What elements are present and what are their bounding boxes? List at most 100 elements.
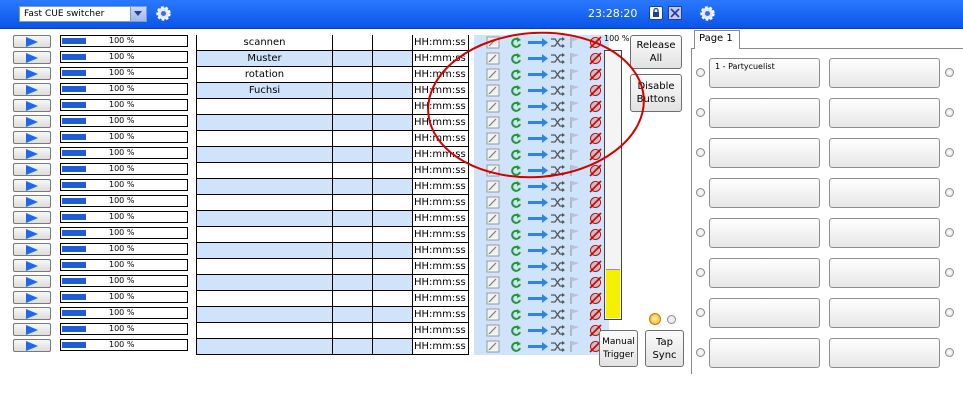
- shuffle-icon[interactable]: [550, 228, 566, 244]
- forward-arrow-icon[interactable]: [527, 36, 549, 52]
- disable-icon[interactable]: [589, 132, 602, 148]
- cue-name-cell[interactable]: [196, 131, 333, 147]
- cue-time-cell[interactable]: HH:mm:ss: [413, 131, 469, 147]
- edit-icon[interactable]: [486, 52, 500, 68]
- disable-icon[interactable]: [589, 52, 602, 68]
- flag-icon[interactable]: [569, 340, 581, 356]
- flag-icon[interactable]: [569, 292, 581, 308]
- cue-time-cell[interactable]: HH:mm:ss: [413, 243, 469, 259]
- settings-gear-icon[interactable]: [155, 5, 172, 22]
- cue-info-cell-2[interactable]: [373, 99, 413, 115]
- cue-time-cell[interactable]: HH:mm:ss: [413, 67, 469, 83]
- edit-icon[interactable]: [486, 100, 500, 116]
- cue-time-cell[interactable]: HH:mm:ss: [413, 179, 469, 195]
- cuelist-select-radio[interactable]: [696, 68, 705, 77]
- shuffle-icon[interactable]: [550, 52, 566, 68]
- shuffle-icon[interactable]: [550, 68, 566, 84]
- cue-info-cell-2[interactable]: [373, 275, 413, 291]
- cuelist-select-radio[interactable]: [696, 188, 705, 197]
- cue-time-cell[interactable]: HH:mm:ss: [413, 51, 469, 67]
- flag-icon[interactable]: [569, 68, 581, 84]
- cue-info-cell-2[interactable]: [373, 67, 413, 83]
- cuelist-select-radio[interactable]: [945, 348, 954, 357]
- play-button[interactable]: [13, 83, 51, 96]
- edit-icon[interactable]: [486, 148, 500, 164]
- cue-info-cell-2[interactable]: [373, 35, 413, 51]
- cue-time-cell[interactable]: HH:mm:ss: [413, 83, 469, 99]
- refresh-icon[interactable]: [510, 100, 522, 116]
- cue-info-cell-2[interactable]: [373, 307, 413, 323]
- cue-info-cell-2[interactable]: [373, 259, 413, 275]
- play-button[interactable]: [13, 275, 51, 288]
- cuelist-button[interactable]: [829, 138, 940, 168]
- disable-icon[interactable]: [589, 308, 602, 324]
- cue-volume-bar[interactable]: 100 %: [60, 275, 188, 287]
- shuffle-icon[interactable]: [550, 324, 566, 340]
- play-button[interactable]: [13, 259, 51, 272]
- flag-icon[interactable]: [569, 148, 581, 164]
- flag-icon[interactable]: [569, 52, 581, 68]
- cue-time-cell[interactable]: HH:mm:ss: [413, 195, 469, 211]
- refresh-icon[interactable]: [510, 260, 522, 276]
- tap-sync-button[interactable]: Tap Sync: [645, 330, 684, 367]
- release-all-button[interactable]: Release All: [630, 35, 682, 69]
- cue-info-cell-2[interactable]: [373, 339, 413, 355]
- cuelist-select-radio[interactable]: [696, 108, 705, 117]
- forward-arrow-icon[interactable]: [527, 68, 549, 84]
- cue-volume-bar[interactable]: 100 %: [60, 259, 188, 271]
- cuelist-button[interactable]: [709, 338, 820, 368]
- cue-time-cell[interactable]: HH:mm:ss: [413, 99, 469, 115]
- cue-name-cell[interactable]: rotation: [196, 67, 333, 83]
- cue-info-cell[interactable]: [333, 131, 373, 147]
- disable-icon[interactable]: [589, 164, 602, 180]
- disable-icon[interactable]: [589, 116, 602, 132]
- cue-name-cell[interactable]: Muster: [196, 51, 333, 67]
- cue-time-cell[interactable]: HH:mm:ss: [413, 323, 469, 339]
- edit-icon[interactable]: [486, 324, 500, 340]
- cuelist-select-radio[interactable]: [945, 228, 954, 237]
- cue-name-cell[interactable]: [196, 243, 333, 259]
- cue-volume-bar[interactable]: 100 %: [60, 131, 188, 143]
- forward-arrow-icon[interactable]: [527, 340, 549, 356]
- cue-info-cell[interactable]: [333, 163, 373, 179]
- forward-arrow-icon[interactable]: [527, 244, 549, 260]
- cue-name-cell[interactable]: [196, 99, 333, 115]
- cue-info-cell[interactable]: [333, 83, 373, 99]
- cue-volume-bar[interactable]: 100 %: [60, 67, 188, 79]
- play-button[interactable]: [13, 99, 51, 112]
- cuelist-button[interactable]: [829, 58, 940, 88]
- settings-gear-icon[interactable]: [699, 5, 716, 22]
- cue-time-cell[interactable]: HH:mm:ss: [413, 211, 469, 227]
- cue-info-cell[interactable]: [333, 147, 373, 163]
- refresh-icon[interactable]: [510, 52, 522, 68]
- cue-volume-bar[interactable]: 100 %: [60, 291, 188, 303]
- cue-volume-bar[interactable]: 100 %: [60, 323, 188, 335]
- cue-info-cell-2[interactable]: [373, 179, 413, 195]
- disable-icon[interactable]: [589, 180, 602, 196]
- forward-arrow-icon[interactable]: [527, 180, 549, 196]
- refresh-icon[interactable]: [510, 212, 522, 228]
- cue-info-cell[interactable]: [333, 211, 373, 227]
- cue-info-cell[interactable]: [333, 259, 373, 275]
- shuffle-icon[interactable]: [550, 148, 566, 164]
- chevron-down-icon[interactable]: [130, 7, 146, 21]
- cuelist-select-radio[interactable]: [945, 108, 954, 117]
- flag-icon[interactable]: [569, 244, 581, 260]
- refresh-icon[interactable]: [510, 308, 522, 324]
- cue-name-cell[interactable]: [196, 211, 333, 227]
- forward-arrow-icon[interactable]: [527, 116, 549, 132]
- shuffle-icon[interactable]: [550, 84, 566, 100]
- cue-time-cell[interactable]: HH:mm:ss: [413, 259, 469, 275]
- forward-arrow-icon[interactable]: [527, 308, 549, 324]
- cue-name-cell[interactable]: [196, 227, 333, 243]
- cue-name-cell[interactable]: [196, 307, 333, 323]
- play-button[interactable]: [13, 131, 51, 144]
- forward-arrow-icon[interactable]: [527, 52, 549, 68]
- cuelist-select-radio[interactable]: [696, 268, 705, 277]
- disable-icon[interactable]: [589, 84, 602, 100]
- forward-arrow-icon[interactable]: [527, 324, 549, 340]
- play-button[interactable]: [13, 163, 51, 176]
- shuffle-icon[interactable]: [550, 196, 566, 212]
- play-button[interactable]: [13, 147, 51, 160]
- play-button[interactable]: [13, 35, 51, 48]
